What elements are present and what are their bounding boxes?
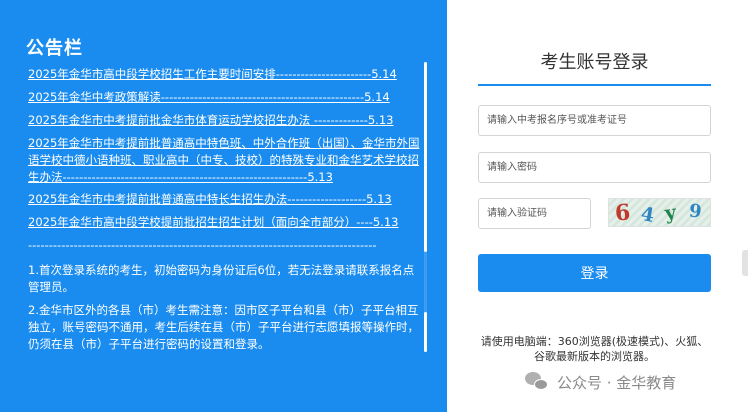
password-input[interactable] [478, 152, 711, 183]
notice-item[interactable]: 2025年金华市中考提前批金华市体育运动学校招生办法 -------------… [28, 112, 420, 129]
notice-divider: ----------------------------------------… [28, 238, 377, 252]
notice-item[interactable]: 2025年金华中考政策解读---------------------------… [28, 89, 420, 106]
browser-tip: 请使用电脑端：360浏览器(极速模式)、火狐、谷歌最新版本的浏览器。 [480, 335, 709, 363]
notice-board: 公告栏 2025年金华市高中段学校招生工作主要时间安排-------------… [0, 0, 447, 412]
notice-scrollbar-thumb-lower[interactable] [424, 312, 427, 352]
captcha-char: 9 [687, 200, 703, 223]
username-input[interactable] [478, 105, 711, 136]
side-tab-handle[interactable] [742, 250, 748, 276]
watermark-text: 公众号 · 金华教育 [557, 373, 677, 392]
captcha-char: 6 [614, 199, 632, 227]
login-title: 考生账号登录 [478, 48, 711, 86]
captcha-input[interactable] [478, 198, 591, 229]
notice-item[interactable]: 2025年金华市高中段学校招生工作主要时间安排-----------------… [28, 66, 420, 83]
login-button[interactable]: 登录 [478, 254, 711, 292]
captcha-char: 4 [639, 203, 657, 227]
notice-list: 2025年金华市高中段学校招生工作主要时间安排-----------------… [28, 66, 420, 359]
captcha-image[interactable]: 6 4 y 9 [608, 198, 711, 227]
notice-item[interactable]: 2025年金华市高中段学校提前批招生招生计划（面向全市部分）----5.13 [28, 214, 420, 231]
notice-scrollbar-thumb[interactable] [424, 62, 427, 252]
notice-note: 1.首次登录系统的考生，初始密码为身份证后6位，若无法登录请联系报名点管理员。 [28, 263, 415, 294]
notice-title: 公告栏 [26, 38, 83, 59]
captcha-char: y [663, 201, 678, 225]
wechat-icon [525, 371, 549, 393]
notice-item[interactable]: 2025年金华市中考提前批普通高中特色班、中外合作班（出国）、金华市外国语学校中… [28, 135, 420, 186]
notice-note: 2.金华市区外的各县（市）考生需注意：因市区子平台和县（市）子平台相互独立，账号… [28, 303, 419, 351]
notice-item[interactable]: 2025年金华市中考提前批普通高中特长生招生办法----------------… [28, 191, 420, 208]
watermark: 公众号 · 金华教育 [525, 368, 676, 396]
login-panel: 考生账号登录 6 4 y 9 登录 请使用电脑端：360浏览器(极速模式)、火狐… [447, 10, 742, 410]
